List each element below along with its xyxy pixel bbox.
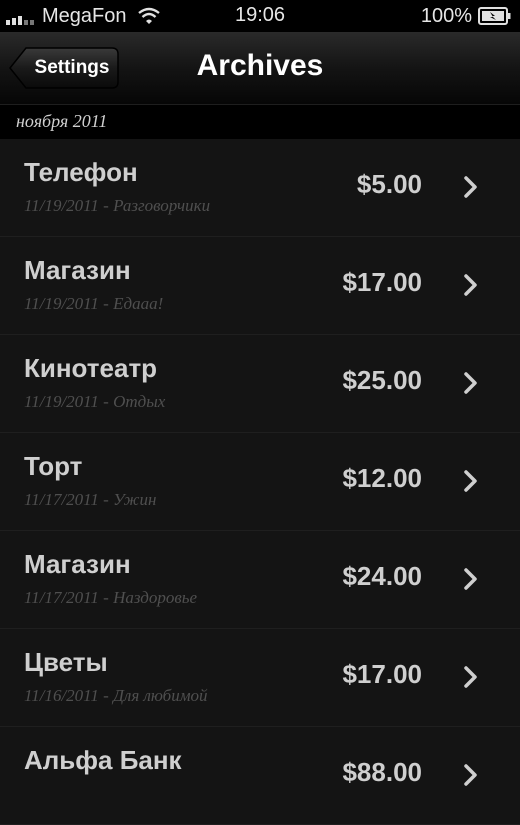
item-amount: $17.00 [342,267,422,297]
section-header: ноября 2011 [0,105,520,139]
item-subtitle: 11/16/2011 - Для любимой [24,686,208,705]
chevron-right-icon [464,176,477,198]
list-item[interactable]: Цветы 11/16/2011 - Для любимой $17.00 [0,629,520,727]
item-amount: $5.00 [356,169,422,199]
battery-icon [478,7,511,25]
item-subtitle: 11/19/2011 - Отдых [24,392,166,411]
item-title: Телефон [24,157,138,187]
item-subtitle: 11/19/2011 - Разговорчики [24,196,211,215]
battery-percent: 100% [420,4,472,27]
back-button-label: Settings [34,57,110,78]
status-bar: MegaFon 19:06 100% [0,0,520,32]
item-amount: $17.00 [342,659,422,689]
item-amount: $88.00 [342,757,422,787]
list-item[interactable]: Альфа Банк $88.00 [0,727,520,825]
chevron-right-icon [464,372,477,394]
list-item[interactable]: Кинотеатр 11/19/2011 - Отдых $25.00 [0,335,520,433]
item-amount: $24.00 [342,561,422,591]
list-item[interactable]: Магазин 11/19/2011 - Едааа! $17.00 [0,237,520,335]
item-title: Цветы [24,647,108,677]
list-item[interactable]: Магазин 11/17/2011 - Наздоровье $24.00 [0,531,520,629]
chevron-right-icon [464,764,477,786]
item-subtitle: 11/19/2011 - Едааа! [24,294,164,313]
chevron-right-icon [464,666,477,688]
chevron-right-icon [464,470,477,492]
item-title: Магазин [24,255,131,285]
item-amount: $25.00 [342,365,422,395]
item-title: Магазин [24,549,131,579]
item-amount: $12.00 [342,463,422,493]
list-item[interactable]: Телефон 11/19/2011 - Разговорчики $5.00 [0,139,520,237]
navigation-bar: Settings Archives [0,32,520,105]
chevron-right-icon [464,274,477,296]
section-title: ноября 2011 [16,111,108,131]
item-title: Торт [24,451,83,481]
status-right: 100% [421,4,512,28]
page-title: Archives [196,49,324,82]
settings-back-button[interactable]: Settings [8,46,120,90]
list-item[interactable]: Торт 11/17/2011 - Ужин $12.00 [0,433,520,531]
chevron-right-icon [464,568,477,590]
item-subtitle: 11/17/2011 - Ужин [24,490,157,509]
archive-list: Телефон 11/19/2011 - Разговорчики $5.00 … [0,139,520,825]
item-subtitle: 11/17/2011 - Наздоровье [24,588,198,607]
item-title: Альфа Банк [24,745,182,775]
item-title: Кинотеатр [24,353,158,383]
